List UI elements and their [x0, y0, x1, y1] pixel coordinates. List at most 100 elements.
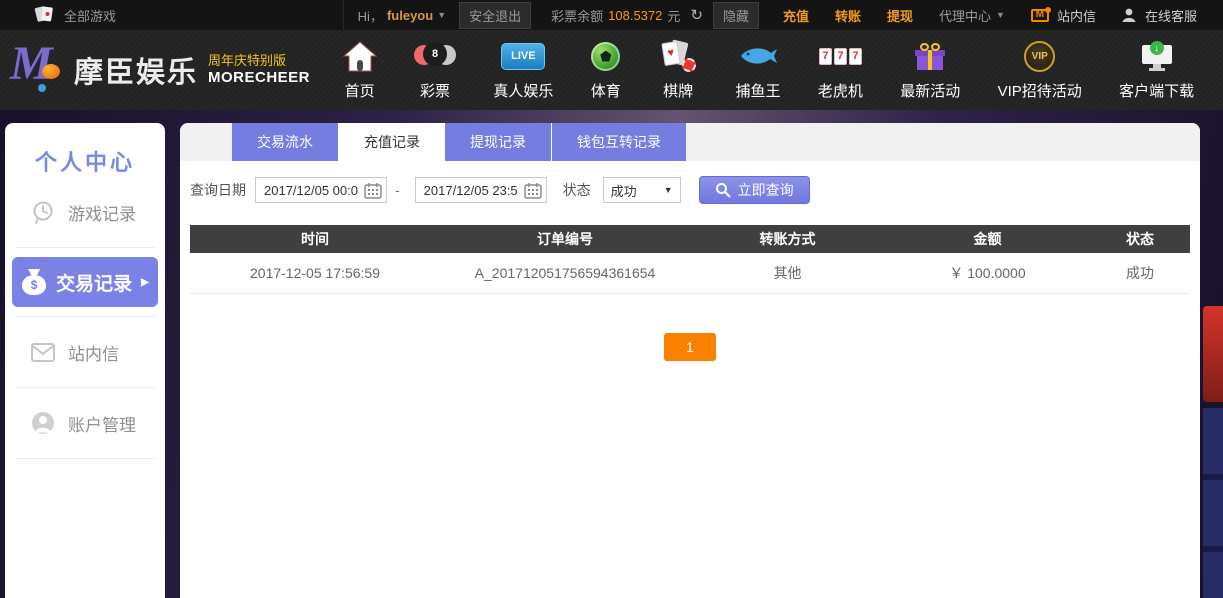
sidebar-item-label: 账户管理 — [68, 415, 136, 435]
user-menu[interactable]: Hi， fuleyou ▼ — [358, 6, 446, 25]
background-banner-fragment — [1203, 306, 1223, 402]
nav-item-live-casino[interactable]: LIVE 真人娱乐 — [493, 35, 553, 105]
hide-balance-button[interactable]: 隐藏 — [712, 1, 759, 29]
tab-withdraw-records[interactable]: 提现记录 — [445, 123, 552, 161]
download-arrow: ↓ — [1154, 42, 1160, 54]
status-selected-value: 成功 — [610, 183, 637, 199]
balance-display: 彩票余额 108.5372 元 — [551, 6, 680, 25]
lottery-icon: 8 — [414, 35, 457, 77]
nav-label: 首页 — [344, 83, 375, 100]
date-to-wrap — [414, 177, 547, 203]
record-tabs: 交易流水 充值记录 提现记录 钱包互转记录 — [180, 123, 1200, 161]
nav-item-home[interactable]: 首页 — [342, 35, 377, 105]
greeting-text: Hi， — [357, 8, 383, 24]
logo-edition: 周年庆特别版 — [207, 52, 286, 68]
status-label: 状态 — [562, 182, 591, 198]
nav-list: 首页 8 彩票 LIVE 真人娱乐 体育 ♥ 棋牌 捕鱼王 7 7 7 老虎机 … — [324, 35, 1213, 105]
nav-item-vip[interactable]: VIP VIP招待活动 — [998, 35, 1082, 105]
cards-icon: ♥ — [658, 35, 698, 77]
nav-item-slots[interactable]: 7 7 7 老虎机 — [818, 35, 863, 105]
nav-label: 棋牌 — [663, 83, 694, 100]
search-icon — [715, 183, 731, 198]
sports-icon — [591, 35, 621, 77]
calendar-icon[interactable] — [523, 182, 542, 199]
cell-method: 其他 — [690, 253, 885, 294]
table-row: 2017-12-05 17:56:59 A_201712051756594361… — [190, 253, 1190, 294]
status-select[interactable]: 成功 ▼ — [602, 177, 681, 203]
online-service-link[interactable]: 在线客服 — [1120, 6, 1197, 25]
nav-item-lottery[interactable]: 8 彩票 — [414, 35, 457, 105]
search-button-label: 立即查询 — [737, 182, 794, 198]
dollar-sign: $ — [30, 278, 38, 292]
transaction-icon: $ — [21, 269, 47, 295]
header-status: 状态 — [1090, 225, 1190, 253]
logo-subtitle: 周年庆特别版 MORECHEER — [207, 52, 310, 86]
site-mail-link[interactable]: M 站内信 — [1030, 6, 1096, 25]
home-icon — [342, 35, 377, 77]
sidebar-item-game-records[interactable]: 游戏记录 — [5, 177, 165, 247]
nav-label: 体育 — [590, 83, 621, 100]
cell-order-id: A_201712051756594361654 — [440, 253, 690, 294]
nav-label: 彩票 — [420, 83, 451, 100]
nav-label: 捕鱼王 — [735, 83, 781, 100]
all-games-menu[interactable]: 全部游戏 — [34, 5, 116, 25]
table-header-row: 时间 订单编号 转账方式 金额 状态 — [190, 225, 1190, 253]
notification-dot — [1044, 6, 1051, 13]
balance-label: 彩票余额 — [551, 8, 604, 24]
nav-label: 真人娱乐 — [493, 83, 554, 100]
logo-orange-dot — [42, 64, 60, 79]
sidebar-title: 个人中心 — [34, 150, 135, 175]
online-service-label: 在线客服 — [1144, 8, 1197, 24]
search-button[interactable]: 立即查询 — [698, 176, 810, 204]
page-1-button[interactable]: 1 — [664, 332, 716, 361]
sidebar-item-transactions[interactable]: $ 交易记录 ▶ — [12, 257, 158, 307]
nav-label: 客户端下载 — [1119, 83, 1195, 100]
date-range-separator: - — [395, 182, 400, 198]
site-mail-label: 站内信 — [1056, 8, 1096, 24]
slot-seven: 7 — [837, 50, 844, 62]
nav-label: 最新活动 — [900, 83, 961, 100]
refresh-icon[interactable]: ↻ — [690, 8, 703, 23]
nav-item-download[interactable]: ↓ 客户端下载 — [1119, 35, 1194, 105]
cell-amount: ￥ 100.0000 — [885, 253, 1090, 294]
live-casino-icon: LIVE — [493, 35, 553, 77]
logo-brand-en: MORECHEER — [207, 68, 310, 86]
logo-mark: M — [10, 37, 72, 98]
nav-item-fishing[interactable]: 捕鱼王 — [736, 35, 781, 105]
sidebar-item-account[interactable]: 账户管理 — [5, 388, 165, 458]
nav-item-promotions[interactable]: 最新活动 — [900, 35, 960, 105]
deposit-link[interactable]: 充值 — [783, 6, 809, 25]
chevron-down-icon: ▼ — [996, 10, 1005, 20]
header-amount: 金额 — [885, 225, 1090, 253]
nav-item-cards[interactable]: ♥ 棋牌 — [658, 35, 698, 105]
site-logo[interactable]: M 摩臣娱乐 周年庆特别版 MORECHEER — [10, 37, 310, 98]
chevron-down-icon: ▼ — [663, 185, 673, 195]
agent-center-menu[interactable]: 代理中心 ▼ — [939, 6, 1005, 25]
calendar-icon[interactable] — [364, 182, 382, 199]
logo-name: 摩臣娱乐 — [73, 57, 198, 89]
wallet-links: 充值 转账 提现 — [783, 6, 913, 25]
tab-deposit-records[interactable]: 充值记录 — [339, 123, 445, 161]
divider — [15, 458, 155, 459]
person-icon — [1122, 8, 1136, 22]
main-navbar: M 摩臣娱乐 周年庆特别版 MORECHEER 首页 8 彩票 LIVE 真人娱… — [0, 30, 1223, 110]
sidebar-item-site-mail[interactable]: 站内信 — [5, 317, 165, 387]
tab-transaction-flow[interactable]: 交易流水 — [232, 123, 339, 161]
records-table: 时间 订单编号 转账方式 金额 状态 2017-12-05 17:56:59 A… — [190, 225, 1190, 294]
nav-item-sports[interactable]: 体育 — [591, 35, 621, 105]
arrow-right-icon: ▶ — [141, 276, 149, 288]
logo-m-letter: M — [10, 37, 53, 90]
chevron-down-icon: ▼ — [437, 10, 447, 20]
cell-time: 2017-12-05 17:56:59 — [190, 253, 440, 294]
withdraw-link[interactable]: 提现 — [887, 6, 913, 25]
background-list-fragment — [1203, 408, 1223, 598]
transfer-link[interactable]: 转账 — [835, 6, 861, 25]
slot-machine-icon: 7 7 7 — [818, 35, 863, 77]
eight-ball-number: 8 — [431, 48, 439, 60]
logout-button[interactable]: 安全退出 — [459, 1, 532, 29]
tab-wallet-transfer-records[interactable]: 钱包互转记录 — [552, 123, 686, 161]
balance-unit: 元 — [667, 8, 681, 24]
slot-seven: 7 — [852, 50, 859, 62]
account-icon — [32, 412, 54, 434]
download-icon: ↓ — [1119, 35, 1194, 77]
